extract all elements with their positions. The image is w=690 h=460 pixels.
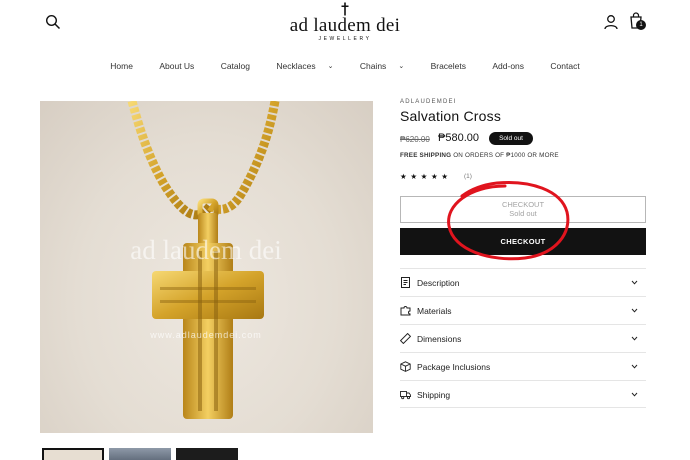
nav-item-home[interactable]: Home: [104, 61, 139, 71]
product-title: Salvation Cross: [400, 108, 502, 124]
search-icon[interactable]: [45, 14, 61, 30]
cross-icon: [341, 2, 349, 16]
checkout-disabled-sub: Sold out: [509, 209, 537, 218]
rating-stars: ★★★★★: [400, 172, 452, 181]
sale-price: ₱580.00: [438, 132, 479, 144]
checkout-disabled-button[interactable]: CHECKOUT Sold out: [400, 196, 646, 223]
chevron-down-icon: [631, 336, 638, 341]
nav-item-addons[interactable]: Add-ons: [486, 61, 530, 71]
brand-logo[interactable]: ad laudem dei JEWELLERY: [270, 2, 420, 42]
nav-label: Bracelets: [430, 61, 466, 71]
chevron-down-icon: [631, 280, 638, 285]
regular-price: ₱620.00: [400, 135, 430, 144]
nav-item-chains[interactable]: Chains ⌄: [354, 61, 410, 71]
nav-item-catalog[interactable]: Catalog: [215, 61, 256, 71]
site-header: ad laudem dei JEWELLERY 1: [0, 0, 690, 52]
thumbnail-1[interactable]: [42, 448, 104, 460]
checkout-disabled-label: CHECKOUT: [501, 200, 545, 209]
nav-label: Chains: [359, 61, 387, 71]
accordion-description[interactable]: Description: [400, 268, 646, 296]
accordion-label: Dimensions: [417, 334, 462, 344]
box-icon: [400, 361, 411, 372]
accordion-package-inclusions[interactable]: Package Inclusions: [400, 352, 646, 380]
nav-item-about[interactable]: About Us: [153, 61, 200, 71]
cross-pendant-illustration: ad laudem dei www.adlaudemdei.com: [127, 101, 282, 419]
accordion-label: Shipping: [417, 390, 451, 400]
thumbnail-3[interactable]: [176, 448, 238, 460]
accordion-shipping[interactable]: Shipping: [400, 380, 646, 408]
checkout-button[interactable]: CHECKOUT: [400, 228, 646, 255]
nav-item-contact[interactable]: Contact: [544, 61, 585, 71]
account-icon[interactable]: [603, 14, 619, 30]
nav-item-bracelets[interactable]: Bracelets: [425, 61, 472, 71]
chevron-down-icon: [631, 392, 638, 397]
accordion-label: Description: [417, 278, 460, 288]
chevron-down-icon: [631, 308, 638, 313]
cart-count-badge: 1: [636, 20, 646, 30]
nav-label: About Us: [159, 61, 195, 71]
product-vendor: ADLAUDEMDEI: [400, 99, 457, 105]
main-nav: Home About Us Catalog Necklaces ⌄ Chains ⌄…: [0, 61, 690, 71]
accordion-dimensions[interactable]: Dimensions: [400, 324, 646, 352]
shipping-notice: FREE SHIPPING ON ORDERS OF ₱1000 OR MORE: [400, 152, 559, 159]
document-icon: [401, 277, 410, 288]
product-image[interactable]: ad laudem dei www.adlaudemdei.com: [40, 101, 373, 433]
chevron-down-icon: [631, 364, 638, 369]
nav-label: Catalog: [220, 61, 250, 71]
photo-watermark: ad laudem dei: [130, 235, 281, 265]
brand-subtitle: JEWELLERY: [318, 36, 372, 42]
photo-site: www.adlaudemdei.com: [149, 330, 262, 340]
sold-out-badge: Sold out: [489, 132, 533, 145]
nav-item-necklaces[interactable]: Necklaces ⌄: [270, 61, 339, 71]
nav-label: Add-ons: [492, 61, 525, 71]
rating-count[interactable]: (1): [464, 173, 472, 180]
nav-label: Contact: [550, 61, 580, 71]
puzzle-icon: [400, 306, 411, 316]
chevron-down-icon: ⌄: [398, 63, 405, 70]
accordion-label: Package Inclusions: [417, 362, 491, 372]
truck-icon: [400, 391, 411, 400]
shipping-bold: FREE SHIPPING: [400, 152, 452, 159]
ruler-icon: [400, 333, 411, 344]
nav-label: Home: [110, 61, 133, 71]
thumbnail-2[interactable]: [109, 448, 171, 460]
chevron-down-icon: ⌄: [327, 63, 334, 70]
shipping-rest: ON ORDERS OF ₱1000 OR MORE: [451, 152, 559, 159]
accordion-label: Materials: [417, 306, 452, 316]
accordion-materials[interactable]: Materials: [400, 296, 646, 324]
brand-name: ad laudem dei: [289, 15, 401, 36]
nav-label: Necklaces: [276, 61, 316, 71]
